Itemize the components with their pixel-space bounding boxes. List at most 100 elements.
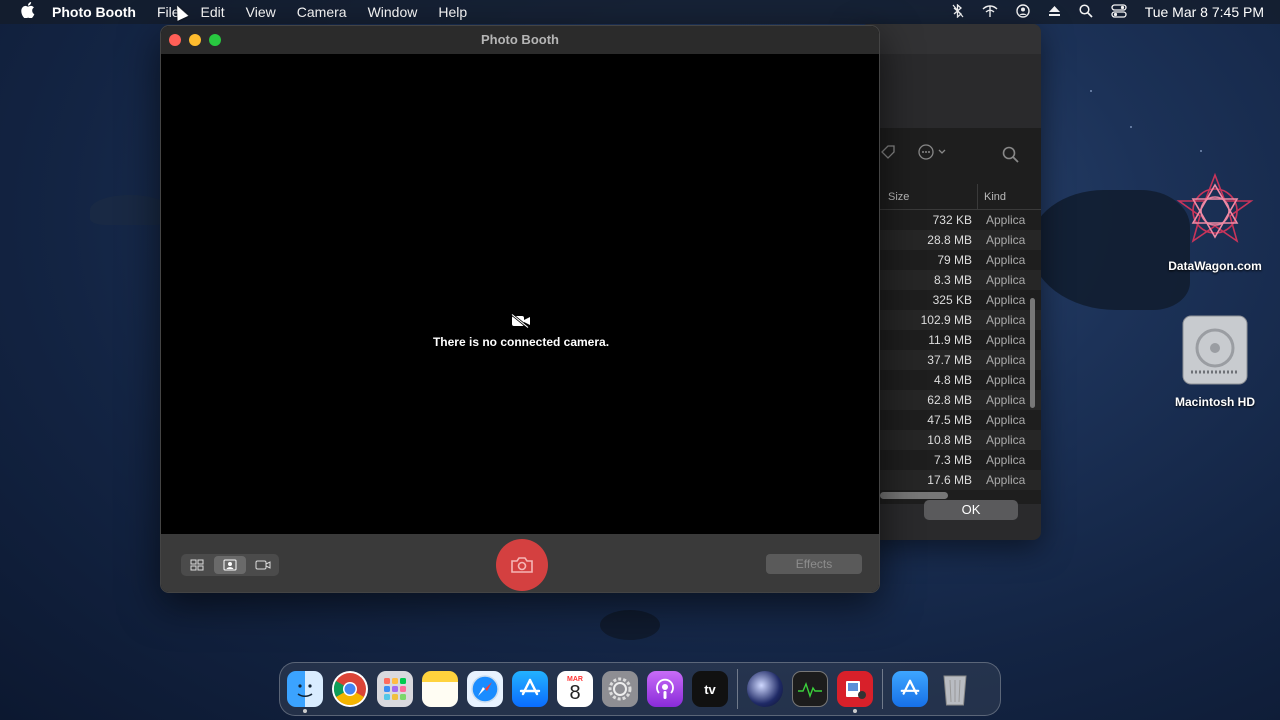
- applications-folder-icon[interactable]: [892, 671, 928, 707]
- row-kind: Applica: [986, 453, 1026, 467]
- row-kind: Applica: [986, 253, 1026, 267]
- menu-edit[interactable]: Edit: [201, 4, 225, 20]
- eject-icon[interactable]: [1048, 5, 1061, 20]
- calendar-icon[interactable]: MAR 8: [557, 671, 593, 707]
- table-row[interactable]: 10.8 MB Applica: [880, 430, 1041, 450]
- video-camera-icon: [255, 560, 271, 570]
- dock-separator: [737, 669, 738, 709]
- table-row[interactable]: 17.6 MB Applica: [880, 470, 1041, 490]
- photo-booth-window: Photo Booth There is no connected camera…: [160, 25, 880, 593]
- search-icon[interactable]: [1002, 146, 1020, 168]
- vertical-scrollbar[interactable]: [1030, 298, 1035, 408]
- cinema4d-icon[interactable]: [747, 671, 783, 707]
- grid-icon: [190, 559, 204, 571]
- activity-monitor-icon[interactable]: [792, 671, 828, 707]
- photo-booth-icon[interactable]: [837, 671, 873, 713]
- app-store-icon[interactable]: [512, 671, 548, 707]
- system-preferences-icon[interactable]: [602, 671, 638, 707]
- table-row[interactable]: 11.9 MB Applica: [880, 330, 1041, 350]
- menu-camera[interactable]: Camera: [297, 4, 347, 20]
- row-kind: Applica: [986, 213, 1026, 227]
- desktop-icon-datawagon[interactable]: DataWagon.com: [1160, 170, 1270, 273]
- notes-icon[interactable]: [422, 671, 458, 707]
- more-actions-icon[interactable]: [918, 144, 948, 164]
- menu-clock[interactable]: Tue Mar 8 7:45 PM: [1145, 4, 1264, 20]
- desktop-star: [1200, 150, 1202, 152]
- close-button[interactable]: [169, 34, 181, 46]
- photo-booth-toolbar: Effects: [161, 534, 879, 592]
- podcast-icon: [656, 678, 674, 699]
- menu-bar: Photo Booth File Edit View Camera Window…: [0, 0, 1280, 24]
- datawagon-logo: [1176, 172, 1254, 243]
- dock: MAR 8 tv: [279, 662, 1001, 716]
- chrome-icon[interactable]: [332, 671, 368, 707]
- table-row[interactable]: 102.9 MB Applica: [880, 310, 1041, 330]
- window-titlebar[interactable]: Photo Booth: [161, 26, 879, 54]
- effects-button[interactable]: Effects: [766, 554, 862, 574]
- row-size: 8.3 MB: [933, 273, 972, 287]
- finder-icon[interactable]: [287, 671, 323, 713]
- podcasts-icon[interactable]: [647, 671, 683, 707]
- row-size: 325 KB: [932, 293, 972, 307]
- row-kind: Applica: [986, 353, 1026, 367]
- app-store-a-icon: [900, 679, 920, 695]
- take-photo-button[interactable]: [496, 539, 548, 591]
- user-account-icon[interactable]: [1015, 3, 1030, 21]
- ok-button[interactable]: OK: [924, 500, 1018, 520]
- column-size[interactable]: Size: [880, 184, 978, 209]
- control-center-icon[interactable]: [1111, 3, 1127, 21]
- horizontal-scrollbar[interactable]: [880, 492, 948, 499]
- trash-icon[interactable]: [937, 671, 973, 707]
- bluetooth-icon[interactable]: [952, 3, 964, 21]
- row-size: 28.8 MB: [927, 233, 972, 247]
- running-indicator: [853, 709, 857, 713]
- row-size: 10.8 MB: [927, 433, 972, 447]
- apple-tv-icon[interactable]: tv: [692, 671, 728, 707]
- single-photo-mode-button[interactable]: [214, 556, 246, 574]
- desktop-icon-macintosh-hd[interactable]: Macintosh HD: [1160, 312, 1270, 409]
- column-kind[interactable]: Kind: [978, 184, 1006, 209]
- table-row[interactable]: 325 KB Applica: [880, 290, 1041, 310]
- menu-view[interactable]: View: [246, 4, 276, 20]
- window-title: Photo Booth: [481, 32, 559, 47]
- desktop-icon-label: DataWagon.com: [1168, 259, 1262, 273]
- video-mode-button[interactable]: [248, 554, 279, 576]
- row-size: 17.6 MB: [927, 473, 972, 487]
- safari-icon[interactable]: [467, 671, 503, 707]
- row-kind: Applica: [986, 293, 1026, 307]
- camera-preview: There is no connected camera.: [161, 54, 879, 534]
- table-row[interactable]: 28.8 MB Applica: [880, 230, 1041, 250]
- column-header-row: Size Kind: [880, 184, 1041, 210]
- menu-window[interactable]: Window: [368, 4, 418, 20]
- table-row[interactable]: 8.3 MB Applica: [880, 270, 1041, 290]
- wifi-off-icon[interactable]: [982, 4, 998, 21]
- four-photos-mode-button[interactable]: [181, 554, 212, 576]
- desktop-island: [90, 195, 170, 225]
- zoom-button[interactable]: [209, 34, 221, 46]
- minimize-button[interactable]: [189, 34, 201, 46]
- row-size: 62.8 MB: [927, 393, 972, 407]
- desktop-star: [1090, 90, 1092, 92]
- table-row[interactable]: 79 MB Applica: [880, 250, 1041, 270]
- table-row[interactable]: 47.5 MB Applica: [880, 410, 1041, 430]
- apple-menu-icon[interactable]: [18, 2, 38, 22]
- background-finder-window[interactable]: Size Kind 732 KB Applica 28.8 MB Applica 7…: [860, 24, 1041, 540]
- background-window-titlebar[interactable]: [860, 24, 1041, 54]
- dock-separator: [882, 669, 883, 709]
- photo-strip-icon: [846, 681, 866, 699]
- desktop-island: [600, 610, 660, 640]
- row-kind: Applica: [986, 373, 1026, 387]
- row-size: 4.8 MB: [933, 373, 972, 387]
- tv-label: tv: [704, 681, 716, 697]
- table-row[interactable]: 62.8 MB Applica: [880, 390, 1041, 410]
- table-row[interactable]: 732 KB Applica: [880, 210, 1041, 230]
- launchpad-icon[interactable]: [377, 671, 413, 707]
- menu-help[interactable]: Help: [438, 4, 467, 20]
- row-kind: Applica: [986, 413, 1026, 427]
- table-row[interactable]: 37.7 MB Applica: [880, 350, 1041, 370]
- table-row[interactable]: 4.8 MB Applica: [880, 370, 1041, 390]
- spotlight-search-icon[interactable]: [1079, 3, 1093, 21]
- tag-icon[interactable]: [880, 144, 896, 164]
- menu-app-name[interactable]: Photo Booth: [52, 4, 136, 20]
- table-row[interactable]: 7.3 MB Applica: [880, 450, 1041, 470]
